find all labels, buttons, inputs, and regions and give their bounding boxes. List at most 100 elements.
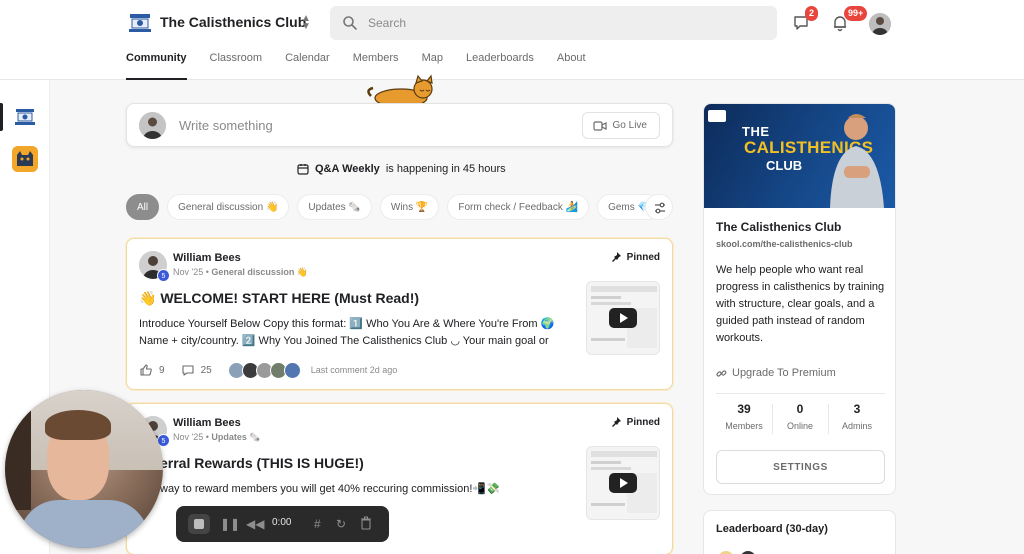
members-label: Members xyxy=(725,421,763,431)
pinned-label: Pinned xyxy=(626,416,660,428)
rail-active-indicator xyxy=(0,103,3,131)
post-composer[interactable]: Write something Go Live xyxy=(126,103,673,147)
grid-icon[interactable]: # xyxy=(314,516,321,532)
post-author-name[interactable]: William Bees xyxy=(173,417,241,429)
thumbs-up-icon xyxy=(140,364,152,376)
category-filter-bar: All General discussion 👋 Updates 🗞️ Wins… xyxy=(126,194,661,220)
tab-about[interactable]: About xyxy=(557,52,586,80)
admins-label: Admins xyxy=(841,421,872,431)
webcam-overlay[interactable] xyxy=(5,390,163,548)
like-count: 9 xyxy=(159,364,165,376)
community-title: The Calisthenics Club xyxy=(716,220,842,234)
webcam-hair xyxy=(45,410,111,440)
search-bar[interactable] xyxy=(330,6,777,40)
rail-community-cat-icon[interactable] xyxy=(12,146,38,172)
notification-badge: 99+ xyxy=(844,6,868,21)
post-stats: 9 25 Last comment 2d ago xyxy=(139,361,397,379)
banner-athlete-image xyxy=(830,114,884,208)
go-live-button[interactable]: Go Live xyxy=(581,112,660,139)
banner-logo-icon xyxy=(708,110,726,122)
post-title[interactable]: 👋 WELCOME! START HERE (Must Read!) xyxy=(139,290,579,307)
pinned-indicator: Pinned xyxy=(610,416,660,428)
comment-button[interactable]: 25 xyxy=(181,363,212,377)
filter-all[interactable]: All xyxy=(126,194,160,220)
composer-avatar xyxy=(139,112,166,139)
tab-community[interactable]: Community xyxy=(126,52,187,80)
filter-updates[interactable]: Updates 🗞️ xyxy=(297,194,372,220)
webcam-door xyxy=(5,410,31,510)
webcam-shirt xyxy=(19,500,149,548)
calendar-icon xyxy=(297,164,309,175)
pin-icon xyxy=(611,417,621,427)
community-about-card: THE CALISTHENICS CLUB The Calisthenics C… xyxy=(703,103,896,495)
event-name[interactable]: Q&A Weekly xyxy=(315,163,380,175)
play-icon[interactable] xyxy=(609,308,637,328)
sliders-icon xyxy=(655,202,665,214)
commenter-avatars[interactable] xyxy=(227,361,301,379)
community-switch-chevron-icon[interactable]: ▲ ▼ xyxy=(299,14,313,32)
recording-timer: 0:00 xyxy=(272,517,292,528)
search-input[interactable] xyxy=(368,6,768,40)
stop-recording-button[interactable] xyxy=(188,514,210,534)
banner-text-line3: CLUB xyxy=(766,158,803,173)
composer-placeholder[interactable]: Write something xyxy=(179,118,273,133)
community-banner: THE CALISTHENICS CLUB xyxy=(704,104,895,208)
banner-text-line1: THE xyxy=(742,124,770,139)
pin-icon xyxy=(611,252,621,262)
author-level-badge: 5 xyxy=(157,269,170,282)
tab-calendar[interactable]: Calendar xyxy=(285,52,330,80)
divider xyxy=(716,393,885,394)
filter-form-check[interactable]: Form check / Feedback 🏄 xyxy=(447,194,590,220)
restart-icon[interactable]: ↻ xyxy=(336,516,346,532)
rewind-icon[interactable]: ◀◀ xyxy=(246,516,264,532)
community-url[interactable]: skool.com/the-calisthenics-club xyxy=(716,239,853,249)
filter-general-discussion[interactable]: General discussion 👋 xyxy=(167,194,290,220)
tab-leaderboards[interactable]: Leaderboards xyxy=(466,52,534,80)
online-count: 0 xyxy=(796,402,804,416)
recording-toolbar: ❚❚ ◀◀ 0:00 # ↻ xyxy=(176,506,389,542)
filter-wins[interactable]: Wins 🏆 xyxy=(379,194,440,220)
comment-count: 25 xyxy=(200,364,212,376)
rail-community-calisthenics-icon[interactable] xyxy=(12,104,38,130)
post-date: Nov '25 xyxy=(173,267,204,277)
last-comment-time: Last comment 2d ago xyxy=(310,365,398,375)
post-card[interactable]: 5 William Bees Nov '25 • General discuss… xyxy=(126,238,673,390)
chat-badge: 2 xyxy=(805,6,819,21)
leaderboard-card: Leaderboard (30-day) xyxy=(703,510,896,554)
post-video-thumbnail[interactable] xyxy=(586,281,660,355)
pinned-indicator: Pinned xyxy=(610,251,660,263)
search-icon xyxy=(343,16,357,30)
post-author-name[interactable]: William Bees xyxy=(173,252,241,264)
comment-icon xyxy=(182,365,194,376)
post-date: Nov '25 xyxy=(173,432,204,442)
community-description: We help people who want real progress in… xyxy=(716,264,885,344)
pause-icon[interactable]: ❚❚ xyxy=(220,516,240,532)
link-icon xyxy=(716,369,727,377)
settings-button[interactable]: SETTINGS xyxy=(716,450,885,484)
play-icon[interactable] xyxy=(609,473,637,493)
post-category[interactable]: General discussion 👋 xyxy=(211,267,308,277)
community-name[interactable]: The Calisthenics Club xyxy=(160,14,306,30)
post-title[interactable]: erral Rewards (THIS IS HUGE!) xyxy=(160,455,600,471)
online-stat[interactable]: 0 Online xyxy=(772,402,828,431)
go-live-label: Go Live xyxy=(612,120,647,131)
like-button[interactable]: 9 xyxy=(139,363,165,377)
user-avatar[interactable] xyxy=(869,13,891,35)
video-camera-icon xyxy=(592,120,607,131)
upgrade-premium-link[interactable]: Upgrade To Premium xyxy=(716,367,836,379)
leaderboard-title: Leaderboard (30-day) xyxy=(716,523,828,535)
filter-settings-button[interactable] xyxy=(645,194,673,220)
post-meta: Nov '25 • Updates 🗞️ xyxy=(173,432,261,442)
post-category[interactable]: Updates 🗞️ xyxy=(211,432,260,442)
admins-stat[interactable]: 3 Admins xyxy=(829,402,885,431)
online-label: Online xyxy=(786,421,813,431)
members-stat[interactable]: 39 Members xyxy=(716,402,772,431)
post-video-thumbnail[interactable] xyxy=(586,446,660,520)
upcoming-event-banner[interactable]: Q&A Weekly is happening in 45 hours xyxy=(297,163,506,175)
admins-count: 3 xyxy=(853,402,861,416)
trash-icon[interactable] xyxy=(360,516,372,532)
event-timing: is happening in 45 hours xyxy=(385,163,506,175)
post-excerpt[interactable]: Introduce Yourself Below Copy this forma… xyxy=(139,316,569,350)
community-logo-icon[interactable] xyxy=(128,12,152,34)
tab-classroom[interactable]: Classroom xyxy=(210,52,263,80)
